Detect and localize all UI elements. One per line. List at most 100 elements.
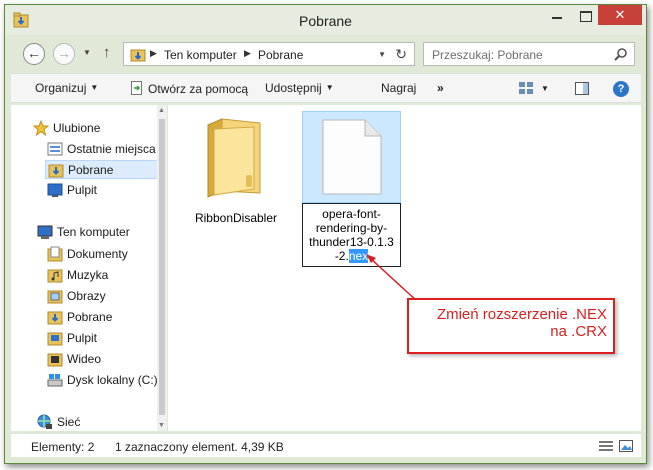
view-options-button[interactable]: ▼ [541,84,549,93]
details-view-icon[interactable] [599,440,613,452]
nav-downloads-favorite[interactable]: Pobrane [45,160,159,179]
file-selection-highlight [302,111,401,203]
preview-pane-icon[interactable] [575,82,589,95]
star-icon [33,120,49,136]
nav-music-label: Muzyka [67,268,109,282]
search-input[interactable]: Przeszukaj: Pobrane [423,42,635,66]
breadcrumb-separator[interactable]: ▶ [150,48,157,59]
refresh-button[interactable]: ↻ [395,46,407,63]
burn-button[interactable]: Nagraj [381,81,416,95]
nav-favorites-label: Ulubione [53,121,101,135]
address-row: ← → ▼ ↑ ▶ Ten komputer ▶ Pobrane ▼ ↻ Prz… [11,41,641,67]
arrow-left-icon: ← [27,45,41,61]
status-items-count: Elementy: 2 [31,440,95,454]
more-commands-button[interactable]: » [437,81,444,95]
chevron-down-icon: ▼ [378,50,386,59]
chevron-down-icon: ▼ [541,84,549,93]
nav-desktop-pc-label: Pulpit [67,331,98,345]
refresh-icon: ↻ [395,46,407,62]
status-bar: Elementy: 2 1 zaznaczony element. 4,39 K… [11,433,641,457]
videos-folder-icon [47,353,63,367]
rename-text-line: -2. [334,249,349,263]
folder-icon [207,118,261,198]
file-item-opera-font[interactable]: opera-font- rendering-by- thunder13-0.1.… [302,111,401,271]
nav-network[interactable]: Sieć [37,413,177,432]
search-icon[interactable] [614,47,628,61]
breadcrumb-ten-komputer[interactable]: Ten komputer [164,48,237,62]
nav-desktop-label: Pulpit [67,183,98,197]
close-button[interactable]: ✕ [598,5,642,25]
scroll-down-icon[interactable]: ▼ [158,422,165,429]
network-icon [37,414,52,429]
forward-button[interactable]: → [53,43,75,65]
maximize-button[interactable] [572,5,598,25]
burn-label: Nagraj [381,81,417,95]
title-bar[interactable]: Pobrane ✕ [5,5,646,35]
documents-folder-icon [47,246,63,262]
nav-network-label: Sieć [57,415,81,429]
chevron-down-icon: ▼ [90,83,99,92]
arrow-up-icon: ↑ [103,44,111,61]
address-history-button[interactable]: ▼ [378,50,386,59]
nav-documents-label: Dokumenty [67,247,128,261]
open-with-button[interactable]: Otwórz za pomocą [131,81,248,96]
navigation-scrollbar[interactable]: ▲ ▼ [157,105,167,431]
recent-places-icon [47,142,63,156]
organize-label: Organizuj [35,81,87,95]
folder-download-icon [48,164,64,178]
address-bar[interactable]: ▶ Ten komputer ▶ Pobrane ▼ ↻ [123,42,415,66]
nav-downloads-label: Pobrane [68,163,114,177]
chevron-down-icon: ▼ [83,48,91,57]
nav-favorites[interactable]: Ulubione [33,119,173,138]
rename-text-line: rendering-by- [315,221,388,235]
nav-downloads-pc-label: Pobrane [67,310,113,324]
navigation-pane: Ulubione Ostatnie miejsca Pobrane Pulpit… [11,105,163,431]
command-bar: Organizuj ▼ Otwórz za pomocą Udostępnij ▼ … [11,73,641,103]
nav-this-pc[interactable]: Ten komputer [37,223,177,242]
back-button[interactable]: ← [23,43,45,65]
minimize-button[interactable] [544,5,570,25]
music-folder-icon [47,269,63,283]
breadcrumb-pobrane[interactable]: Pobrane [258,48,303,62]
file-document-icon [322,119,382,195]
nav-videos-label: Wideo [67,352,102,366]
nav-this-pc-label: Ten komputer [57,225,130,239]
file-name: RibbonDisabler [194,211,278,225]
recent-locations-button[interactable]: ▼ [83,48,91,57]
explorer-window: Pobrane ✕ ← → ▼ ↑ ▶ Ten komputer ▶ Pobra… [4,4,647,464]
breadcrumb-separator[interactable]: ▶ [244,48,251,59]
desktop-folder-icon [47,332,63,346]
callout-line-1: Zmień rozszerzenie .NEX [436,306,607,323]
up-button[interactable]: ↑ [103,44,111,61]
chevron-down-icon: ▼ [325,83,334,92]
nav-local-disk-label: Dysk lokalny (C:) [67,373,158,387]
search-placeholder: Przeszukaj: Pobrane [432,48,543,62]
annotation-callout: Zmień rozszerzenie .NEX na .CRX [407,298,615,354]
rename-text-line: thunder13-0.1.3 [309,235,394,249]
organize-button[interactable]: Organizuj ▼ [35,81,98,95]
folder-download-icon [47,311,63,325]
folder-download-icon [130,49,146,62]
open-with-icon [131,81,142,95]
large-icons-view-icon[interactable] [619,440,633,452]
nav-pictures-label: Obrazy [67,289,106,303]
callout-line-2: na .CRX [550,323,607,340]
share-button[interactable]: Udostępnij ▼ [265,81,334,95]
close-icon: ✕ [614,7,626,22]
rename-text-line: opera-font- [322,207,381,221]
open-with-label: Otwórz za pomocą [148,82,249,96]
file-item-ribbondisabler[interactable]: RibbonDisabler [190,111,282,231]
arrow-right-icon: → [57,45,71,61]
scrollbar-thumb[interactable] [159,119,165,415]
nav-recent-places-label: Ostatnie miejsca [67,142,156,156]
share-label: Udostępnij [265,81,322,95]
drive-icon [47,374,63,387]
status-selection: 1 zaznaczony element. 4,39 KB [115,440,284,454]
scroll-up-icon[interactable]: ▲ [158,107,165,114]
callout-text: Zmień rozszerzenie .NEX na .CRX [437,306,607,340]
pictures-folder-icon [47,290,63,304]
desktop-icon [47,183,63,197]
computer-icon [37,225,53,239]
change-view-icon[interactable] [519,82,533,95]
help-button[interactable]: ? [613,81,629,97]
